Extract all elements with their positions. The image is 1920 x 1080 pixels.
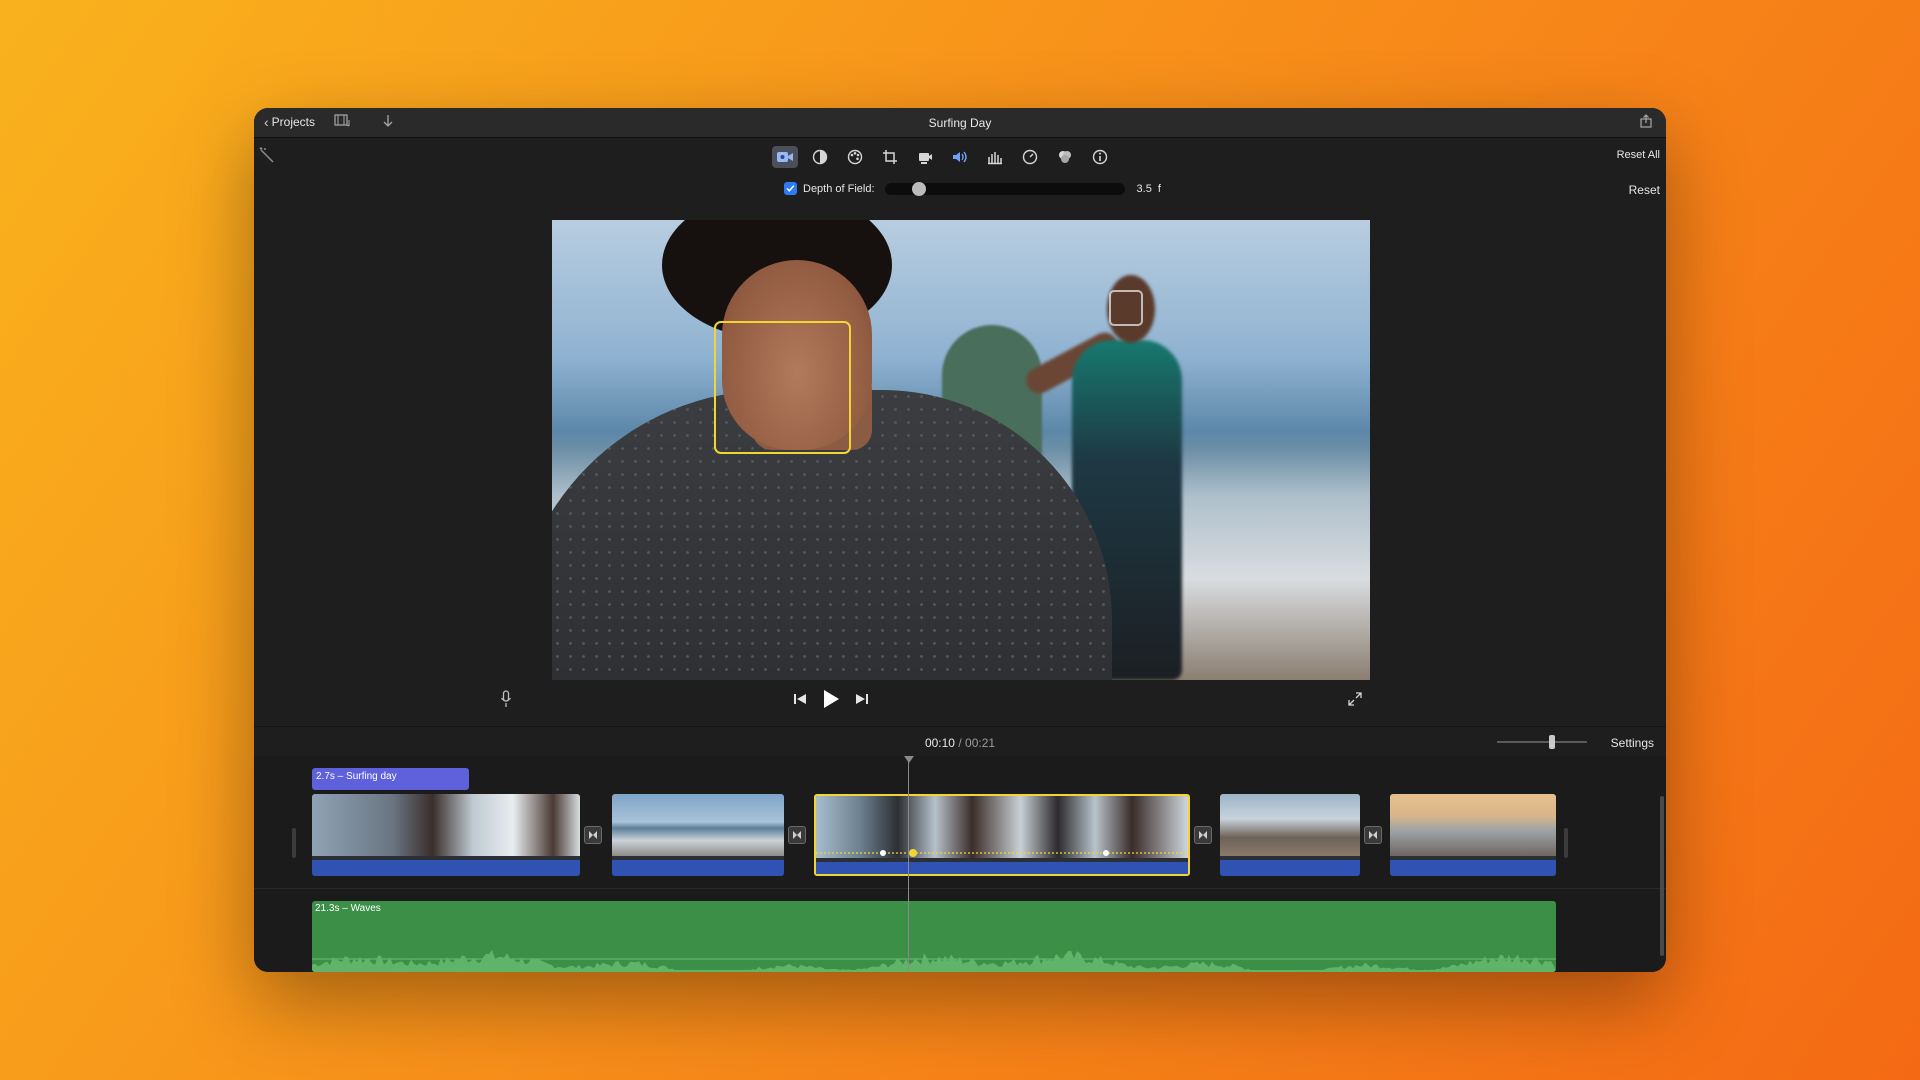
video-clip-2[interactable] bbox=[612, 794, 784, 876]
title-clip[interactable]: 2.7s – Surfing day bbox=[312, 768, 469, 790]
video-clip-4[interactable] bbox=[1220, 794, 1360, 876]
clip-filter-icon[interactable] bbox=[1052, 146, 1078, 168]
clip-audio-track bbox=[816, 862, 1188, 874]
depth-of-field-checkbox[interactable] bbox=[784, 182, 797, 195]
depth-of-field-label: Depth of Field: bbox=[803, 182, 875, 195]
track-divider bbox=[254, 888, 1666, 889]
project-title: Surfing Day bbox=[928, 116, 992, 130]
timeline-scrollbar[interactable] bbox=[1660, 796, 1664, 956]
skip-forward-icon[interactable] bbox=[849, 686, 875, 712]
depth-of-field-slider[interactable] bbox=[884, 181, 1125, 196]
current-time: 00:10 bbox=[924, 736, 955, 750]
keyframe-track bbox=[816, 849, 1188, 857]
clip-info-icon[interactable] bbox=[1087, 146, 1113, 168]
adjustment-tools bbox=[772, 146, 1113, 168]
playhead[interactable] bbox=[908, 756, 909, 972]
clip-thumbnail bbox=[1390, 794, 1556, 856]
titlebar: ‹ Projects Surfing Day bbox=[254, 108, 1666, 138]
magic-wand-icon[interactable] bbox=[258, 146, 276, 169]
music-waveform bbox=[312, 949, 1556, 972]
noise-reduction-equalizer-icon[interactable] bbox=[982, 146, 1008, 168]
time-separator: / bbox=[958, 736, 962, 750]
transition-icon[interactable] bbox=[1364, 826, 1382, 844]
speed-gauge-icon[interactable] bbox=[1017, 146, 1043, 168]
focus-subject-box[interactable] bbox=[714, 321, 851, 454]
clip-thumbnail bbox=[612, 794, 784, 856]
timeline-zoom-knob[interactable] bbox=[1549, 735, 1556, 749]
crop-icon[interactable] bbox=[877, 146, 903, 168]
total-time: 00:21 bbox=[965, 736, 996, 750]
reset-all-button[interactable]: Reset All bbox=[1617, 149, 1660, 161]
clip-thumbnail bbox=[312, 794, 580, 856]
settings-button[interactable]: Settings bbox=[1611, 736, 1654, 750]
music-clip[interactable]: 21.3s – Waves bbox=[312, 901, 1556, 972]
imovie-window: ‹ Projects Surfing Day Reset All Depth o… bbox=[254, 108, 1666, 972]
timeline-end-handle[interactable] bbox=[1564, 828, 1568, 858]
color-balance-icon[interactable] bbox=[807, 146, 833, 168]
transition-icon[interactable] bbox=[584, 826, 602, 844]
voiceover-microphone-icon[interactable] bbox=[493, 686, 519, 712]
color-correction-palette-icon[interactable] bbox=[842, 146, 868, 168]
reset-button[interactable]: Reset bbox=[1629, 183, 1660, 197]
timecode: 00:10 / 00:21 bbox=[254, 736, 1666, 750]
video-clip-5[interactable] bbox=[1390, 794, 1556, 876]
playhead-marker[interactable] bbox=[904, 756, 914, 763]
clip-audio-track bbox=[312, 860, 580, 876]
video-viewer[interactable] bbox=[552, 220, 1370, 680]
skip-back-icon[interactable] bbox=[787, 686, 813, 712]
clip-audio-track bbox=[1220, 860, 1360, 876]
depth-of-field-control: Depth of Field: 3.5 f bbox=[784, 181, 1161, 196]
video-overlay-tool-icon[interactable] bbox=[772, 146, 798, 168]
depth-of-field-unit: f bbox=[1157, 182, 1161, 195]
video-clip-3-selected[interactable] bbox=[814, 794, 1190, 876]
timeline-zoom-slider[interactable] bbox=[1497, 735, 1587, 749]
playback-controls bbox=[254, 686, 1666, 722]
clip-thumbnail bbox=[1220, 794, 1360, 856]
video-clip-1[interactable] bbox=[312, 794, 580, 876]
depth-of-field-value: 3.5 bbox=[1136, 182, 1152, 195]
share-icon[interactable] bbox=[1640, 114, 1652, 131]
timeline-start-handle[interactable] bbox=[292, 828, 296, 858]
checkmark-icon bbox=[786, 185, 795, 192]
stabilization-camera-icon[interactable] bbox=[912, 146, 938, 168]
music-clip-label: 21.3s – Waves bbox=[315, 903, 381, 914]
clip-audio-track bbox=[1390, 860, 1556, 876]
transition-icon[interactable] bbox=[1194, 826, 1212, 844]
fullscreen-expand-icon[interactable] bbox=[1342, 686, 1368, 712]
secondary-subject-box[interactable] bbox=[1109, 290, 1143, 326]
play-icon[interactable] bbox=[818, 686, 844, 712]
transition-icon[interactable] bbox=[788, 826, 806, 844]
clip-audio-track bbox=[612, 860, 784, 876]
time-bar: 00:10 / 00:21 Settings bbox=[254, 726, 1666, 756]
depth-of-field-slider-knob[interactable] bbox=[911, 181, 926, 196]
timeline: 2.7s – Surfing day 21.3s – Waves bbox=[254, 756, 1666, 972]
volume-speaker-icon[interactable] bbox=[947, 146, 973, 168]
